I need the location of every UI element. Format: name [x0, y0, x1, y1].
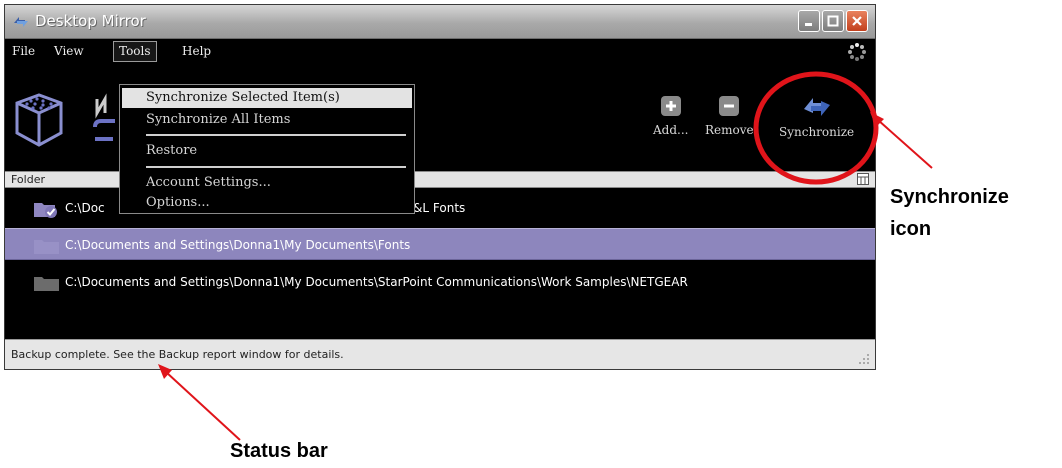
synchronize-button[interactable]: Synchronize — [779, 95, 854, 139]
close-icon — [852, 16, 862, 26]
column-chooser-icon[interactable] — [857, 173, 869, 185]
tools-dropdown-menu: Synchronize Selected Item(s) Synchronize… — [119, 84, 415, 214]
netgear-logo — [15, 93, 115, 147]
folder-path: C:\Documents and Settings\Donna1\My Docu… — [65, 275, 688, 289]
menu-file[interactable]: File — [7, 42, 40, 60]
synchronize-icon — [803, 98, 830, 116]
sync-callout-line1: Synchronize — [890, 186, 1009, 208]
menu-item-options[interactable]: Options... — [146, 195, 210, 210]
folder-icon — [34, 277, 59, 291]
status-bar-callout: Status bar — [230, 440, 328, 462]
maximize-button[interactable] — [822, 10, 844, 32]
status-text: Backup complete. See the Backup report w… — [11, 348, 344, 361]
add-icon — [660, 96, 681, 116]
menu-help[interactable]: Help — [177, 42, 216, 60]
remove-label: Remove — [705, 123, 754, 137]
list-item[interactable]: C:\Documents and Settings\Donna1\My Docu… — [5, 266, 875, 298]
status-bar: Backup complete. See the Backup report w… — [5, 339, 875, 369]
folder-path-visible-start: C:\Doc — [65, 201, 105, 215]
minimize-button[interactable] — [798, 10, 820, 32]
app-sync-icon — [14, 17, 28, 27]
menu-item-account-settings[interactable]: Account Settings... — [146, 175, 271, 190]
menu-separator — [146, 134, 406, 136]
title-bar[interactable]: Desktop Mirror — [5, 5, 875, 39]
sync-callout-line2: icon — [890, 218, 932, 240]
resize-grip-icon[interactable] — [857, 352, 871, 366]
busy-indicator-icon — [848, 43, 866, 61]
maximize-icon — [827, 15, 839, 27]
folder-checked-icon — [34, 203, 57, 218]
menu-view[interactable]: View — [49, 42, 89, 60]
menu-separator — [146, 166, 406, 168]
sync-arrow-line — [877, 119, 933, 169]
screenshot-stage: Desktop Mirror File View Tools Help Add.… — [0, 0, 1062, 468]
menu-item-synchronize-all[interactable]: Synchronize All Items — [146, 112, 290, 127]
folder-icon — [34, 240, 59, 254]
remove-icon — [719, 96, 740, 116]
menu-bar: File View Tools Help — [5, 39, 875, 63]
window-title: Desktop Mirror — [35, 12, 146, 30]
menu-item-synchronize-selected[interactable]: Synchronize Selected Item(s) — [122, 88, 412, 108]
folder-path-visible-end: \&L Fonts — [409, 201, 466, 215]
remove-button[interactable]: Remove — [705, 95, 754, 137]
folder-column-header[interactable]: Folder — [11, 173, 45, 186]
list-item-selected[interactable]: C:\Documents and Settings\Donna1\My Docu… — [5, 228, 875, 260]
add-button[interactable]: Add... — [653, 95, 688, 137]
folder-path: C:\Documents and Settings\Donna1\My Docu… — [65, 238, 411, 252]
synchronize-label: Synchronize — [779, 125, 855, 139]
status-arrow-line — [165, 371, 241, 441]
close-button[interactable] — [846, 10, 868, 32]
add-label: Add... — [653, 123, 689, 137]
desktop-mirror-window: Desktop Mirror File View Tools Help Add.… — [4, 4, 876, 370]
minimize-icon — [805, 23, 812, 26]
menu-item-restore[interactable]: Restore — [146, 143, 197, 158]
menu-tools[interactable]: Tools — [113, 41, 157, 62]
